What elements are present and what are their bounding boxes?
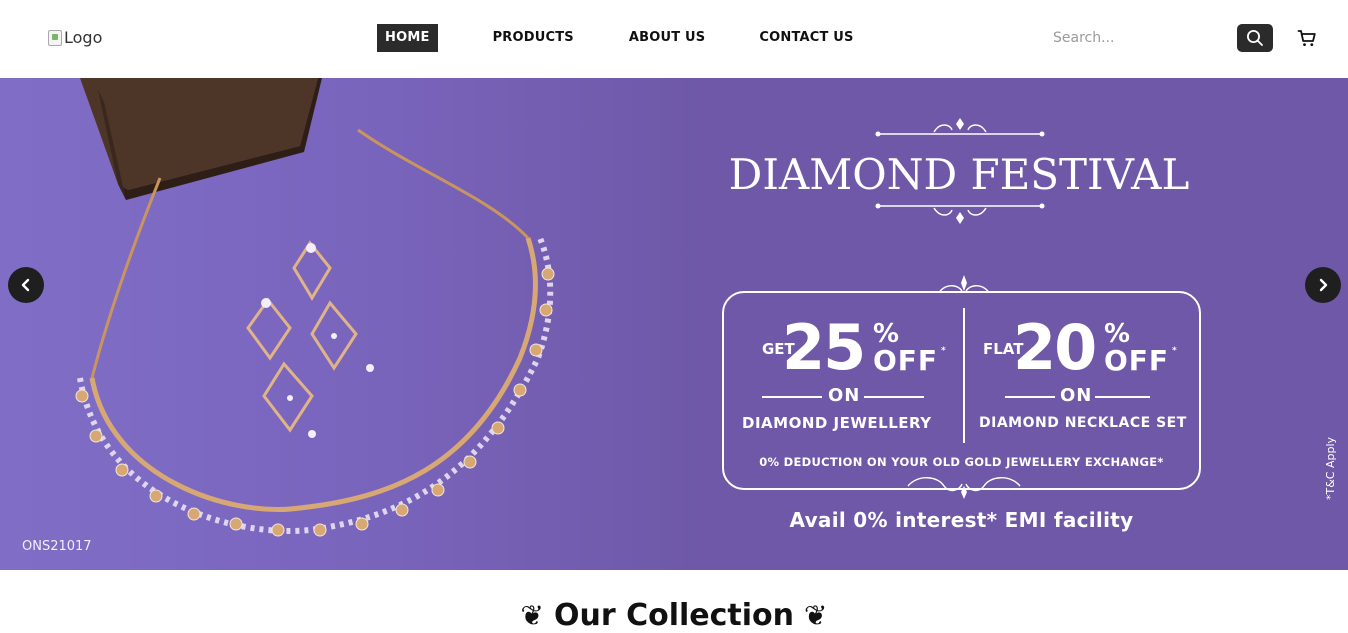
emi-offer-text: Avail 0% interest* EMI facility bbox=[789, 508, 1134, 532]
cart-button[interactable] bbox=[1296, 27, 1318, 49]
offer-value: 25 bbox=[782, 311, 866, 384]
product-sku: ONS21017 bbox=[22, 539, 92, 554]
offer-value: 20 bbox=[1013, 311, 1097, 384]
search-icon bbox=[1247, 30, 1263, 46]
flourish-left-icon: ❦ bbox=[520, 599, 544, 632]
bottom-ornament-icon bbox=[875, 203, 1045, 224]
broken-image-icon bbox=[48, 29, 62, 46]
offer-rule-right bbox=[864, 396, 924, 398]
nav-about-us[interactable]: ABOUT US bbox=[621, 24, 714, 52]
search-input[interactable] bbox=[1043, 26, 1223, 50]
chevron-left-icon bbox=[21, 278, 30, 292]
collection-section: ❦ Our Collection ❦ bbox=[0, 598, 1348, 633]
nav-contact-us[interactable]: CONTACT US bbox=[751, 24, 861, 52]
chevron-right-icon bbox=[1319, 278, 1328, 292]
offer-off: OFF bbox=[873, 344, 939, 377]
offer-asterisk: * bbox=[941, 346, 946, 356]
nav-products[interactable]: PRODUCTS bbox=[485, 24, 582, 52]
box-bottom-ornament-icon bbox=[907, 477, 1021, 499]
collection-heading: ❦ Our Collection ❦ bbox=[521, 598, 828, 633]
offer-diamond-necklace-set: FLAT 20 % OFF * ON DIAMOND NECKLACE SET bbox=[965, 291, 1201, 441]
hero-banner: ONS21017 DIAMOND FESTIVAL GET 25 % OFF *… bbox=[0, 78, 1348, 570]
logo[interactable]: Logo bbox=[48, 28, 102, 47]
offer-off: OFF bbox=[1104, 344, 1170, 377]
carousel-next-button[interactable] bbox=[1305, 267, 1341, 303]
flourish-right-icon: ❦ bbox=[804, 599, 828, 632]
offer-label: DIAMOND JEWELLERY bbox=[742, 414, 932, 432]
hero-title: DIAMOND FESTIVAL bbox=[728, 150, 1190, 199]
offer-on: ON bbox=[828, 385, 861, 406]
search-button[interactable] bbox=[1237, 24, 1273, 52]
nav-home[interactable]: HOME bbox=[377, 24, 438, 52]
offer-rule-right bbox=[1095, 396, 1150, 398]
offer-on: ON bbox=[1060, 385, 1093, 406]
offer-label: DIAMOND NECKLACE SET bbox=[979, 415, 1187, 431]
site-header: Logo HOME PRODUCTS ABOUT US CONTACT US bbox=[0, 0, 1348, 78]
offer-asterisk: * bbox=[1172, 346, 1177, 356]
main-nav: HOME PRODUCTS ABOUT US CONTACT US bbox=[377, 24, 862, 52]
cart-icon bbox=[1297, 30, 1316, 46]
collection-title: Our Collection bbox=[553, 598, 794, 633]
terms-apply-text: *T&C Apply bbox=[1324, 436, 1337, 500]
necklace-earrings-image bbox=[75, 78, 555, 537]
top-ornament-icon bbox=[875, 118, 1045, 137]
carousel-prev-button[interactable] bbox=[8, 267, 44, 303]
offer-rule-left bbox=[762, 396, 822, 398]
offer-rule-left bbox=[1005, 396, 1055, 398]
offer-diamond-jewellery: GET 25 % OFF * ON DIAMOND JEWELLERY bbox=[722, 291, 963, 441]
gold-exchange-text: 0% DEDUCTION ON YOUR OLD GOLD JEWELLERY … bbox=[759, 455, 1164, 469]
logo-alt-text: Logo bbox=[64, 28, 103, 47]
